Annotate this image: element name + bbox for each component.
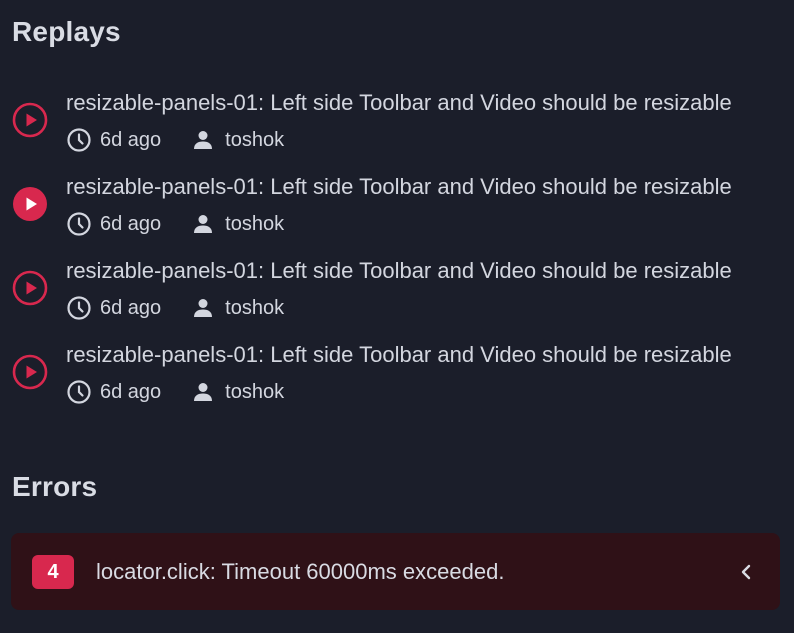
replay-title[interactable]: resizable-panels-01: Left side Toolbar a… [66, 172, 772, 202]
error-count-badge: 4 [32, 555, 74, 589]
replay-row[interactable]: resizable-panels-01: Left side Toolbar a… [0, 332, 794, 416]
replay-title[interactable]: resizable-panels-01: Left side Toolbar a… [66, 256, 772, 286]
user-icon [194, 299, 213, 317]
replay-user: toshok [225, 212, 285, 235]
replay-meta: 6d ago toshok [66, 210, 284, 238]
replay-user: toshok [225, 128, 285, 151]
replay-meta: 6d ago toshok [66, 378, 284, 406]
replay-time: 6d ago [100, 296, 162, 319]
clock-icon [67, 380, 91, 404]
replay-title[interactable]: resizable-panels-01: Left side Toolbar a… [66, 340, 772, 370]
user-icon [194, 215, 213, 233]
chevron-left-icon[interactable] [736, 561, 756, 583]
play-circle-icon[interactable] [12, 186, 48, 222]
replay-row[interactable]: resizable-panels-01: Left side Toolbar a… [0, 248, 794, 332]
user-icon [194, 383, 213, 401]
errors-heading: Errors [12, 471, 98, 502]
replay-time: 6d ago [100, 380, 162, 403]
replay-meta: 6d ago toshok [66, 294, 284, 322]
clock-icon [67, 212, 91, 236]
replay-time: 6d ago [100, 128, 162, 151]
error-message: locator.click: Timeout 60000ms exceeded. [96, 559, 505, 584]
test-details-panel: Replays resizable-panels-01: Left side T… [0, 0, 794, 633]
replay-title[interactable]: resizable-panels-01: Left side Toolbar a… [66, 88, 772, 118]
replay-row[interactable]: resizable-panels-01: Left side Toolbar a… [0, 164, 794, 248]
replay-row[interactable]: resizable-panels-01: Left side Toolbar a… [0, 80, 794, 164]
clock-icon [67, 296, 91, 320]
user-icon [194, 131, 213, 149]
play-circle-icon[interactable] [12, 354, 48, 390]
replay-user: toshok [225, 296, 285, 319]
clock-icon [67, 128, 91, 152]
replay-meta: 6d ago toshok [66, 126, 284, 154]
error-item[interactable]: 4 locator.click: Timeout 60000ms exceede… [11, 533, 780, 610]
play-circle-icon[interactable] [12, 270, 48, 306]
play-circle-icon[interactable] [12, 102, 48, 138]
replay-time: 6d ago [100, 212, 162, 235]
replay-user: toshok [225, 380, 285, 403]
replays-heading: Replays [12, 16, 121, 47]
